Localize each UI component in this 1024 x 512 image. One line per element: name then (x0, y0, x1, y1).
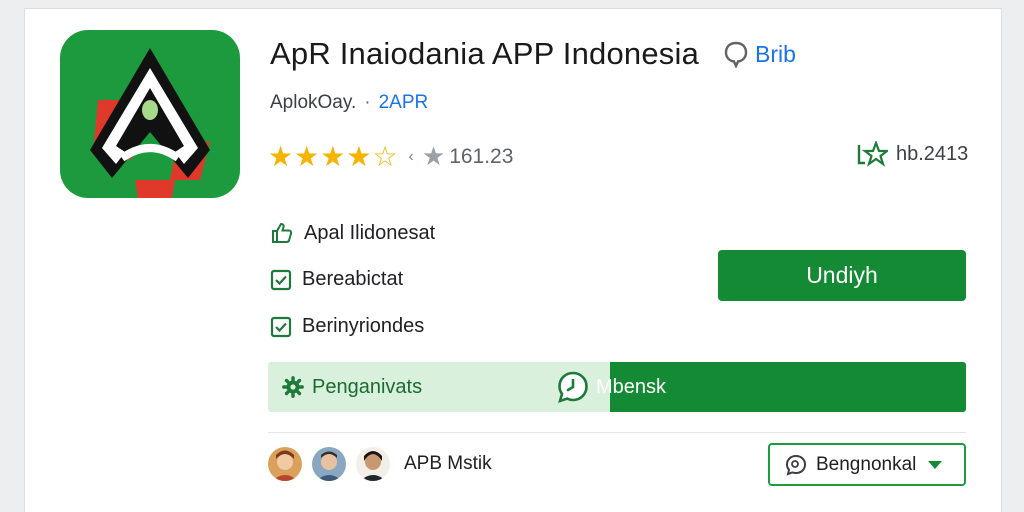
progress-left: Penganivats (282, 362, 422, 412)
reviewer-avatars[interactable]: APB Mstik (268, 447, 492, 481)
avatar (268, 447, 302, 481)
feature-item: Bereabictat (270, 268, 403, 291)
thumbs-up-icon (272, 222, 293, 243)
downloads-stat: hb.2413 (856, 141, 968, 167)
feature-label: Bereabictat (302, 268, 404, 290)
star-outline-icon: ☆ (372, 140, 398, 172)
dropdown-label: Bengnonkal (816, 453, 917, 475)
app-title: ApR Inaiodania APP Indonesia (270, 36, 700, 71)
progress-right-label: Mbensk (596, 375, 667, 398)
app-logo (60, 30, 240, 198)
install-button[interactable]: Undiyh (718, 250, 966, 301)
progress-bar[interactable]: Penganivats Mbensk (268, 362, 966, 412)
progress-right: Mbensk (556, 362, 666, 412)
reviewers-label: APB Mstik (404, 453, 492, 474)
avatar (356, 447, 390, 481)
divider (268, 432, 966, 433)
feature-label: Berinyriondes (302, 315, 425, 337)
rating-row: ★ ★ ★ ★ ☆ ‹ ★ 161.23 (268, 141, 513, 172)
checkbox-icon (270, 316, 292, 337)
downloads-value: hb.2413 (896, 142, 969, 165)
developer-row: AplokOay. · 2APR (270, 92, 428, 114)
sort-dropdown[interactable]: Bengnonkal (768, 443, 966, 486)
feature-item: Apal Ilidonesat (270, 221, 435, 245)
avatar (312, 447, 346, 481)
feature-label: Apal Ilidonesat (304, 221, 436, 244)
star-icon: ★ (268, 140, 294, 172)
star-icon: ★ (294, 140, 320, 172)
progress-left-label: Penganivats (312, 375, 423, 398)
chat-clock-icon (558, 371, 588, 404)
category-link[interactable]: 2APR (379, 92, 429, 114)
star-badge-icon (857, 141, 888, 167)
rating-stars: ★ ★ ★ ★ ☆ (268, 140, 399, 172)
review-count: 161.23 (449, 144, 514, 168)
star-icon: ★ (346, 140, 372, 172)
share-label: Brib (755, 40, 796, 67)
developer-name[interactable]: AplokOay. (270, 92, 356, 114)
feature-item: Berinyriondes (270, 315, 424, 338)
search-chat-icon (785, 454, 807, 476)
star-icon: ★ (320, 140, 346, 172)
checkbox-icon (270, 269, 292, 290)
comment-icon (724, 41, 748, 68)
chevron-down-icon (928, 460, 943, 469)
share-button[interactable]: Brib (723, 40, 796, 68)
developer-separator: · (364, 92, 371, 113)
gray-star-icon: ★ (421, 141, 446, 171)
gear-icon (282, 376, 304, 398)
rating-separator: ‹ (408, 147, 414, 165)
title-row: ApR Inaiodania APP Indonesia Brib (270, 36, 796, 72)
